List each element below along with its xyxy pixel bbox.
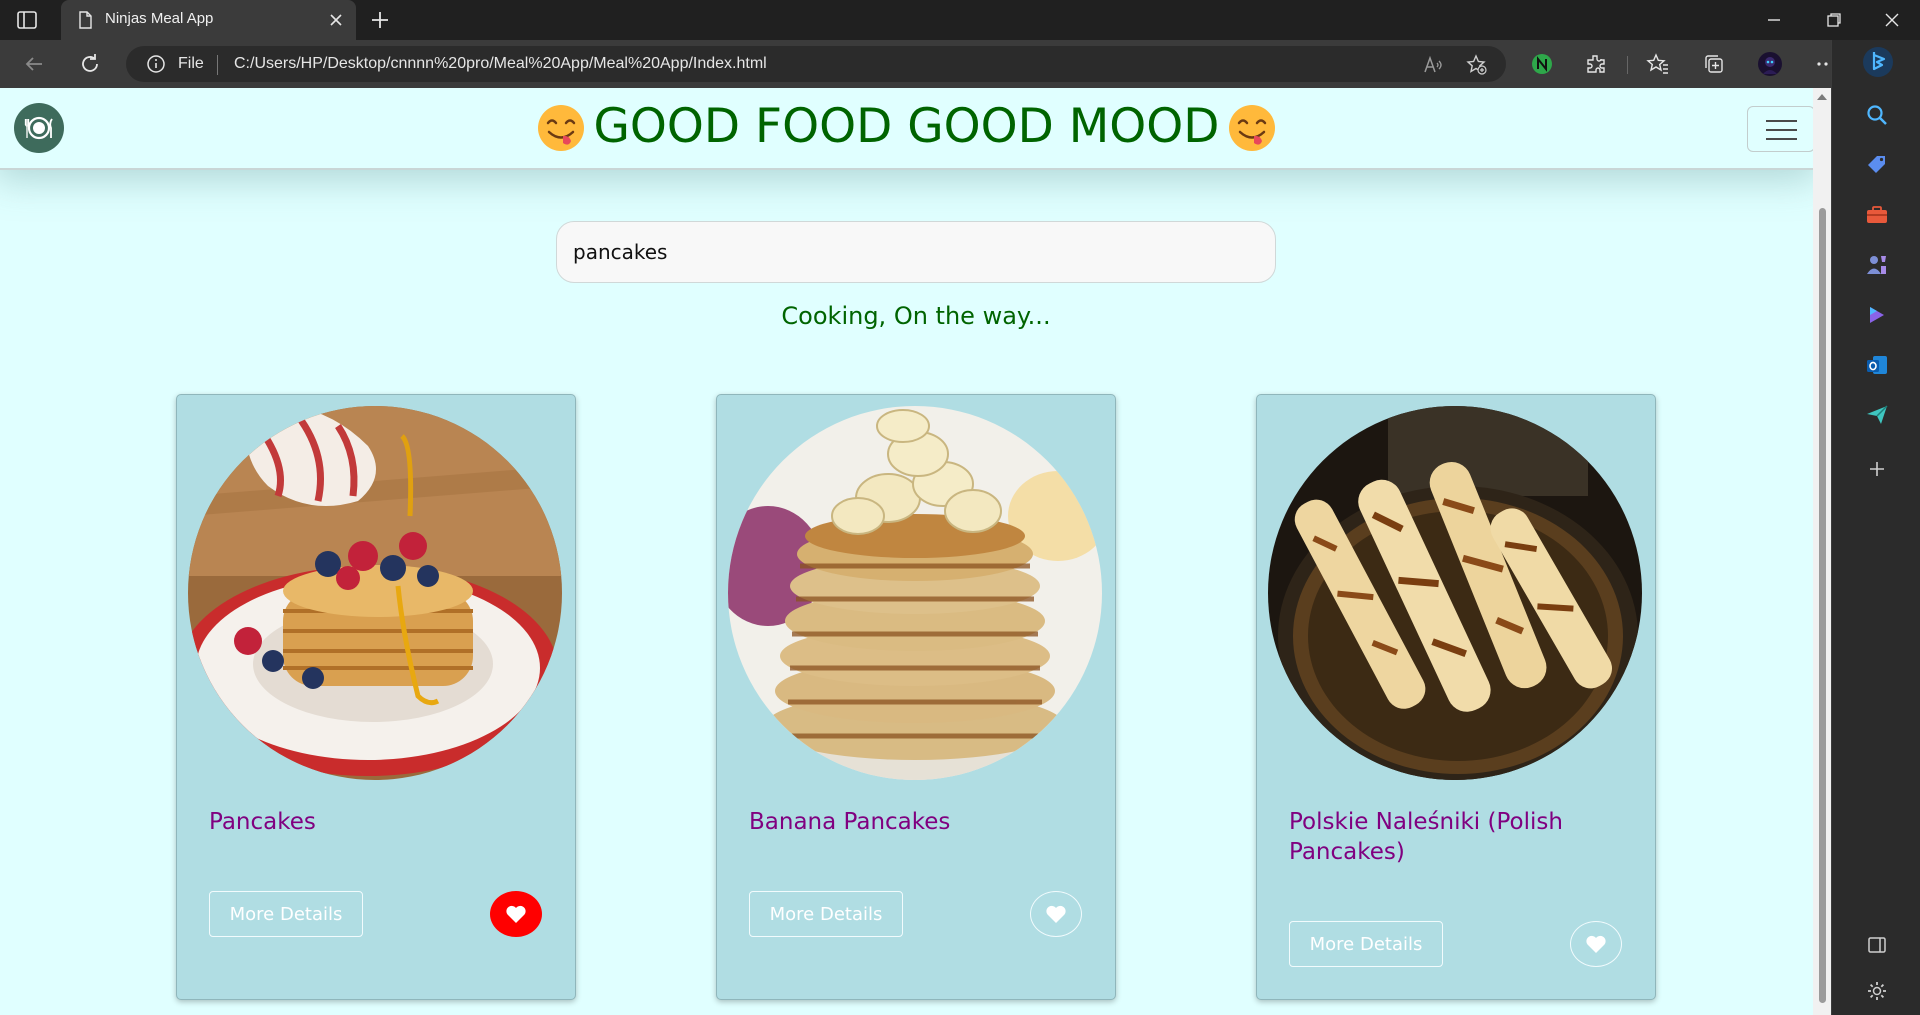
tab-actions-icon[interactable] — [16, 9, 38, 31]
favorites-icon[interactable] — [1646, 52, 1670, 76]
outlook-icon[interactable] — [1864, 352, 1890, 378]
tools-briefcase-icon[interactable] — [1864, 202, 1890, 228]
page-viewport: GOOD FOOD GOOD MOOD Cooking, On the way.… — [0, 88, 1831, 1015]
heart-icon — [506, 905, 526, 923]
add-favorite-icon[interactable] — [1466, 54, 1488, 76]
meal-app-page: GOOD FOOD GOOD MOOD Cooking, On the way.… — [0, 88, 1815, 1015]
app-navbar: GOOD FOOD GOOD MOOD — [0, 88, 1815, 170]
meal-card: Banana Pancakes More Details — [716, 394, 1116, 1000]
more-details-button[interactable]: More Details — [1289, 921, 1443, 967]
add-icon[interactable] — [1864, 456, 1890, 482]
collections-icon[interactable] — [1702, 52, 1726, 76]
menu-bar — [1766, 129, 1797, 131]
meal-name: Polskie Naleśniki (Polish Pancakes) — [1289, 809, 1563, 865]
heart-icon — [1586, 935, 1606, 953]
favorite-button[interactable] — [490, 891, 542, 937]
browser-toolbar: File C:/Users/HP/Desktop/cnnnn%20pro/Mea… — [0, 40, 1920, 88]
meal-card: Pancakes More Details — [176, 394, 576, 1000]
meal-image — [1268, 406, 1642, 780]
yum-face-emoji-icon — [537, 105, 584, 151]
search-icon[interactable] — [1864, 102, 1890, 128]
back-icon[interactable] — [22, 52, 46, 76]
menu-bar — [1766, 138, 1797, 140]
meal-image — [728, 406, 1102, 780]
scroll-up-icon[interactable] — [1817, 94, 1827, 100]
profile-avatar-icon[interactable] — [1758, 52, 1782, 76]
meal-image — [188, 406, 562, 780]
shopping-tag-icon[interactable] — [1864, 152, 1890, 178]
extensions-icon[interactable] — [1584, 52, 1608, 76]
meal-card: Polskie Naleśniki (Polish Pancakes) More… — [1256, 394, 1656, 1000]
menu-bar — [1766, 120, 1797, 122]
favorite-button[interactable] — [1570, 921, 1622, 967]
send-icon[interactable] — [1864, 402, 1890, 428]
app-title: GOOD FOOD GOOD MOOD — [593, 98, 1220, 154]
scrollbar-thumb[interactable] — [1819, 208, 1826, 1003]
more-details-button[interactable]: More Details — [209, 891, 363, 937]
extension-n-icon[interactable] — [1530, 52, 1554, 76]
page-scrollbar[interactable] — [1813, 88, 1831, 1015]
menu-toggle-button[interactable] — [1747, 106, 1815, 152]
games-icon[interactable] — [1864, 252, 1890, 278]
copilot-icon[interactable] — [1862, 46, 1894, 78]
toolbar-divider — [1627, 56, 1628, 74]
favorite-button[interactable] — [1030, 891, 1082, 937]
more-details-button[interactable]: More Details — [749, 891, 903, 937]
settings-gear-icon[interactable] — [1864, 978, 1890, 1004]
browser-tab-bar: Ninjas Meal App — [0, 0, 1920, 40]
scheme-label: File — [178, 55, 204, 72]
url-text[interactable]: C:/Users/HP/Desktop/cnnnn%20pro/Meal%20A… — [234, 55, 767, 73]
separator — [217, 55, 218, 75]
status-message: Cooking, On the way... — [781, 302, 1051, 330]
minimize-icon[interactable] — [1762, 8, 1786, 32]
restore-icon[interactable] — [1822, 8, 1846, 32]
sidebar-toggle-icon[interactable] — [1864, 932, 1890, 958]
read-aloud-icon[interactable] — [1422, 54, 1444, 76]
close-tab-icon[interactable] — [326, 10, 346, 30]
new-tab-icon[interactable] — [368, 8, 392, 32]
brand-header: GOOD FOOD GOOD MOOD — [0, 88, 1813, 168]
address-bar[interactable]: File C:/Users/HP/Desktop/cnnnn%20pro/Mea… — [126, 46, 1506, 82]
site-info-icon[interactable] — [146, 54, 166, 74]
heart-icon — [1046, 905, 1066, 923]
close-window-icon[interactable] — [1880, 8, 1904, 32]
meal-name: Banana Pancakes — [749, 809, 951, 835]
yum-face-emoji-icon — [1229, 105, 1276, 151]
copilot-prism-icon[interactable] — [1864, 302, 1890, 328]
browser-tab[interactable]: Ninjas Meal App — [61, 0, 356, 40]
page-icon — [79, 11, 92, 29]
meal-name: Pancakes — [209, 809, 316, 835]
refresh-icon[interactable] — [78, 52, 102, 76]
edge-sidebar — [1831, 40, 1920, 1015]
tab-title: Ninjas Meal App — [105, 10, 214, 27]
meal-search-input[interactable] — [556, 221, 1276, 283]
